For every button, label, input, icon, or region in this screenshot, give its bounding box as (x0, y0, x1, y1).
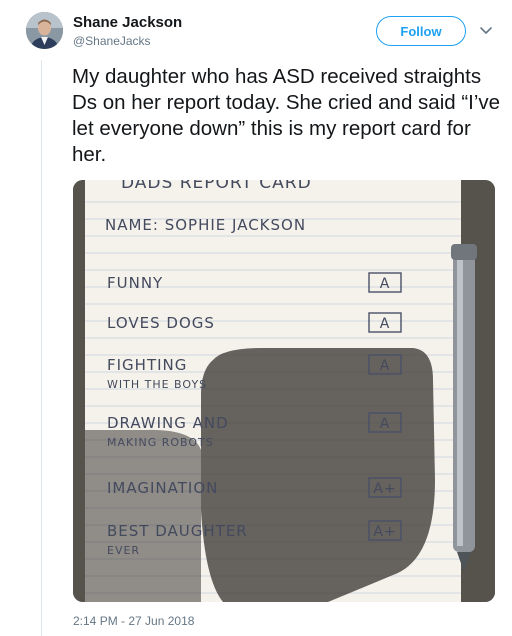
grade-value: A (380, 416, 391, 432)
grade-value: A (380, 316, 391, 332)
report-card-name: NAME: SOPHIE JACKSON (105, 216, 306, 234)
grade-value: A (380, 276, 391, 292)
thread-line (41, 60, 42, 636)
grade-value: A+ (373, 481, 396, 497)
report-item-label: IMAGINATION (107, 479, 218, 497)
report-item-label: DRAWING AND (107, 414, 229, 432)
grade-value: A+ (373, 524, 396, 540)
report-item-label: LOVES DOGS (107, 314, 215, 332)
report-item-label: FUNNY (107, 274, 163, 292)
report-item-label: BEST DAUGHTER (107, 522, 248, 540)
chevron-down-icon[interactable] (478, 22, 494, 38)
display-name[interactable]: Shane Jackson (73, 14, 182, 31)
tweet-text: My daughter who has ASD received straigh… (72, 65, 501, 166)
report-item-label: FIGHTING (107, 356, 187, 374)
report-card-heading: DADS REPORT CARD (121, 180, 312, 193)
report-item-sublabel: EVER (107, 544, 140, 557)
tweet-photo[interactable]: DADS REPORT CARD NAME: SOPHIE JACKSON FU… (73, 180, 495, 602)
report-item-sublabel: MAKING ROBOTS (107, 436, 214, 449)
report-item-sublabel: WITH THE BOYS (107, 378, 207, 391)
avatar[interactable] (26, 12, 63, 49)
tweet-timestamp[interactable]: 2:14 PM - 27 Jun 2018 (73, 614, 194, 628)
user-handle[interactable]: @ShaneJacks (73, 34, 151, 48)
follow-button[interactable]: Follow (376, 16, 466, 46)
grade-value: A (380, 358, 391, 374)
